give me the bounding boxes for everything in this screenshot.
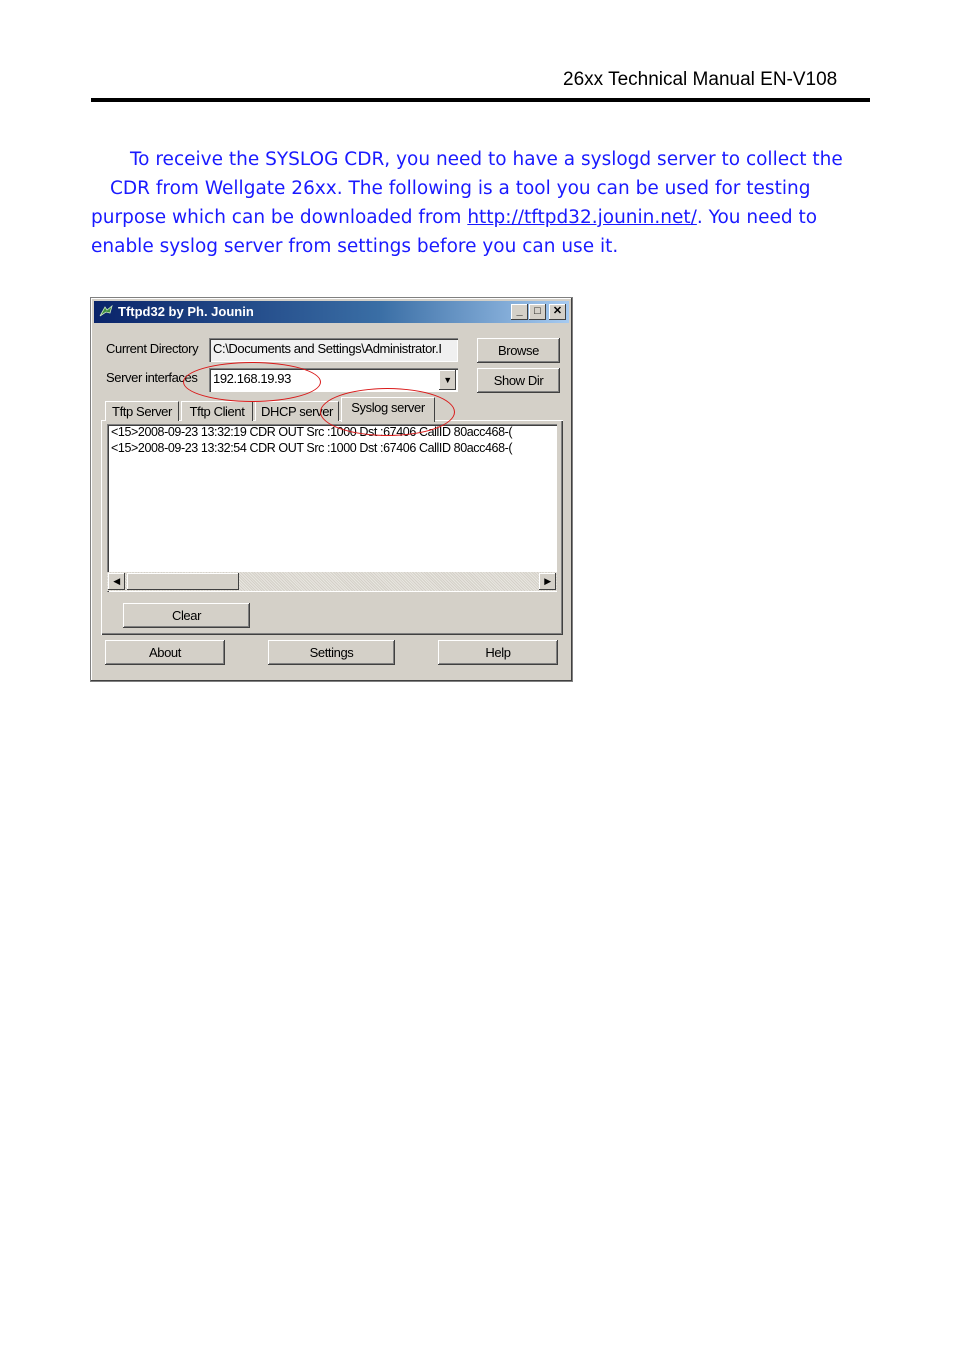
- browse-button[interactable]: Browse: [477, 338, 560, 363]
- clear-button[interactable]: Clear: [123, 603, 250, 628]
- intro-line-4: enable syslog server from settings befor…: [91, 236, 619, 257]
- show-dir-button[interactable]: Show Dir: [477, 368, 560, 393]
- tftpd32-window: Tftpd32 by Ph. Jounin _ □ ✕ Current Dire…: [90, 297, 573, 682]
- tab-dhcp-server[interactable]: DHCP server: [255, 401, 339, 421]
- help-button[interactable]: Help: [438, 640, 558, 665]
- intro-paragraph: To receive the SYSLOG CDR, you need to h…: [91, 145, 871, 261]
- intro-line-3: purpose which can be downloaded from htt…: [91, 203, 871, 232]
- current-directory-field[interactable]: C:\Documents and Settings\Administrator.…: [209, 338, 458, 362]
- intro-line-3-prefix: purpose which can be downloaded from: [91, 207, 468, 228]
- intro-line-2: CDR from Wellgate 26xx. The following is…: [110, 178, 811, 199]
- scroll-right-icon[interactable]: ▶: [539, 573, 556, 590]
- horizontal-scrollbar[interactable]: ◀ ▶: [107, 572, 557, 591]
- server-interfaces-label: Server interfaces: [106, 370, 198, 385]
- minimize-button[interactable]: _: [511, 304, 528, 320]
- settings-button[interactable]: Settings: [268, 640, 395, 665]
- log-entry[interactable]: <15>2008-09-23 13:32:54 CDR OUT Src :100…: [111, 441, 513, 455]
- intro-line-3-suffix: . You need to: [696, 207, 818, 228]
- tab-syslog-server[interactable]: Syslog server: [341, 397, 435, 422]
- scroll-thumb[interactable]: [127, 573, 239, 590]
- current-directory-label: Current Directory: [106, 341, 199, 356]
- syslog-list[interactable]: <15>2008-09-23 13:32:19 CDR OUT Src :100…: [107, 424, 557, 592]
- window-title: Tftpd32 by Ph. Jounin: [118, 304, 254, 319]
- scroll-left-icon[interactable]: ◀: [108, 573, 125, 590]
- tab-tftp-server[interactable]: Tftp Server: [105, 401, 179, 421]
- header-rule: [91, 98, 870, 102]
- tab-tftp-client[interactable]: Tftp Client: [181, 401, 253, 421]
- tftpd32-app-icon: [99, 304, 113, 317]
- intro-line-1: To receive the SYSLOG CDR, you need to h…: [130, 149, 843, 170]
- chevron-down-icon[interactable]: ▼: [439, 370, 456, 390]
- about-button[interactable]: About: [105, 640, 225, 665]
- close-button[interactable]: ✕: [549, 304, 566, 320]
- document-header-title: 26xx Technical Manual EN-V108: [563, 69, 838, 90]
- window-titlebar[interactable]: Tftpd32 by Ph. Jounin _ □ ✕: [94, 301, 569, 323]
- log-entry[interactable]: <15>2008-09-23 13:32:19 CDR OUT Src :100…: [111, 425, 513, 439]
- maximize-button[interactable]: □: [529, 304, 546, 320]
- tftpd32-link[interactable]: http://tftpd32.jounin.net/: [467, 207, 697, 228]
- server-interface-value: 192.168.19.93: [213, 371, 291, 386]
- server-interface-select[interactable]: 192.168.19.93 ▼: [209, 368, 458, 392]
